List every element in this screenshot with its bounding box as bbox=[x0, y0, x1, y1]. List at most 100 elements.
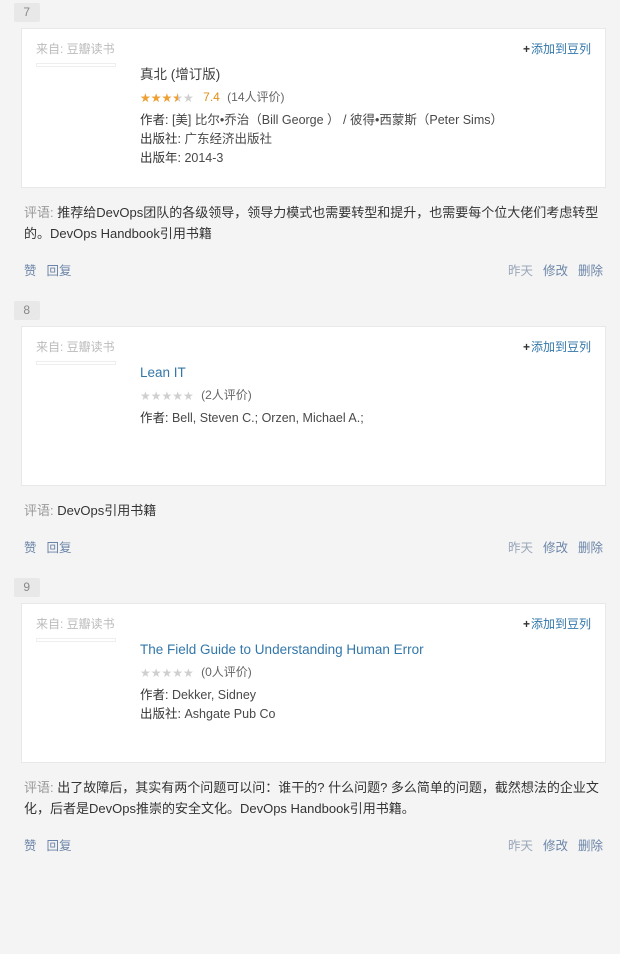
subject-body: Sidney DekkerThe Field Guideto Understan… bbox=[36, 638, 591, 724]
review-comment: 评语: DevOps引用书籍 bbox=[21, 486, 606, 523]
book-meta-key: 出版年: bbox=[140, 151, 185, 165]
plus-icon: + bbox=[522, 340, 530, 354]
book-meta-list: 作者: Dekker, Sidney 出版社: Ashgate Pub Co bbox=[140, 686, 591, 724]
rating-value: 7.4 bbox=[203, 90, 220, 104]
rating-line: ★★★★★ ★★★★★ (0人评价) bbox=[140, 663, 591, 681]
entry-actions-right: 昨天 修改 删除 bbox=[508, 260, 603, 279]
book-meta-row: 作者: [美] 比尔•乔治（Bill George ） / 彼得•西蒙斯（Pet… bbox=[140, 111, 591, 130]
feed-entry-7: 7 来自: 豆瓣读书 +添加到豆列 TRUENORTH真北 真北 (增订版) ★… bbox=[0, 0, 620, 288]
book-meta-key: 出版社: bbox=[140, 132, 185, 146]
subject-header: 来自: 豆瓣读书 +添加到豆列 bbox=[36, 338, 591, 356]
comment-text: DevOps引用书籍 bbox=[57, 503, 157, 518]
edit-button[interactable]: 修改 bbox=[543, 264, 568, 278]
book-title-link[interactable]: 真北 (增订版) bbox=[140, 65, 591, 84]
book-meta-row: 作者: Bell, Steven C.; Orzen, Michael A.; bbox=[140, 409, 591, 428]
like-button[interactable]: 赞 bbox=[24, 541, 37, 555]
review-comment: 评语: 推荐给DevOps团队的各级领导，领导力模式也需要转型和提升，也需要每个… bbox=[21, 188, 606, 246]
entry-index-badge: 7 bbox=[14, 3, 40, 22]
subject-header: 来自: 豆瓣读书 +添加到豆列 bbox=[36, 40, 591, 58]
add-to-doulist-label: 添加到豆列 bbox=[530, 42, 591, 56]
star-rating-icon: ★★★★★ ★★★★★ bbox=[140, 666, 194, 680]
entry-actions-left: 赞回复 bbox=[24, 537, 82, 556]
book-meta-list: 作者: [美] 比尔•乔治（Bill George ） / 彼得•西蒙斯（Pet… bbox=[140, 111, 591, 168]
add-to-doulist-link[interactable]: +添加到豆列 bbox=[523, 615, 591, 633]
rating-line: ★★★★★ ★★★★★ 7.4 (14人评价) bbox=[140, 88, 591, 106]
book-meta-row: 出版社: 广东经济出版社 bbox=[140, 130, 591, 149]
book-title-link[interactable]: Lean IT bbox=[140, 363, 591, 382]
entry-actions: 赞回复 昨天 修改 删除 bbox=[21, 821, 606, 863]
book-meta-row: 出版社: Ashgate Pub Co bbox=[140, 705, 591, 724]
book-meta-value: 2014-3 bbox=[184, 151, 224, 165]
entry-actions-right: 昨天 修改 删除 bbox=[508, 835, 603, 854]
book-meta-row: 作者: Dekker, Sidney bbox=[140, 686, 591, 705]
book-review-feed: 7 来自: 豆瓣读书 +添加到豆列 TRUENORTH真北 真北 (增订版) ★… bbox=[0, 0, 620, 863]
entry-index-badge: 9 bbox=[14, 578, 40, 597]
book-meta-value: 广东经济出版社 bbox=[184, 132, 272, 146]
book-title-link[interactable]: The Field Guide to Understanding Human E… bbox=[140, 640, 591, 659]
star-rating-empty: ★★★★★ bbox=[140, 666, 194, 680]
source-label: 来自: 豆瓣读书 bbox=[36, 617, 115, 631]
edit-button[interactable]: 修改 bbox=[543, 541, 568, 555]
add-to-doulist-link[interactable]: +添加到豆列 bbox=[523, 40, 591, 58]
book-meta-value: Ashgate Pub Co bbox=[184, 707, 276, 721]
reply-button[interactable]: 回复 bbox=[47, 264, 72, 278]
entry-index-row: 8 bbox=[7, 298, 613, 326]
subject-header: 来自: 豆瓣读书 +添加到豆列 bbox=[36, 615, 591, 633]
source-label: 来自: 豆瓣读书 bbox=[36, 42, 115, 56]
like-button[interactable]: 赞 bbox=[24, 839, 37, 853]
add-to-doulist-label: 添加到豆列 bbox=[530, 617, 591, 631]
star-rating-icon: ★★★★★ ★★★★★ bbox=[140, 91, 194, 105]
plus-icon: + bbox=[522, 617, 530, 631]
entry-actions: 赞回复 昨天 修改 删除 bbox=[21, 523, 606, 565]
book-meta-value: Dekker, Sidney bbox=[171, 688, 257, 702]
entry-actions-left: 赞回复 bbox=[24, 835, 82, 854]
star-rating-empty: ★★★★★ bbox=[140, 389, 194, 403]
edit-button[interactable]: 修改 bbox=[543, 839, 568, 853]
book-info: Lean IT ★★★★★ ★★★★★ (2人评价) 作者: Bell, Ste… bbox=[140, 361, 591, 428]
timestamp: 昨天 bbox=[507, 839, 533, 853]
add-to-doulist-link[interactable]: +添加到豆列 bbox=[523, 338, 591, 356]
source-label: 来自: 豆瓣读书 bbox=[36, 340, 115, 354]
rating-count: (14人评价) bbox=[227, 90, 285, 104]
comment-text: 推荐给DevOps团队的各级领导，领导力模式也需要转型和提升，也需要每个位大佬们… bbox=[24, 205, 599, 241]
book-meta-list: 作者: Bell, Steven C.; Orzen, Michael A.; bbox=[140, 409, 591, 428]
reply-button[interactable]: 回复 bbox=[47, 839, 72, 853]
feed-entry-8: 8 来自: 豆瓣读书 +添加到豆列 Lean IT Lean IT ★★★★★ bbox=[0, 298, 620, 565]
delete-button[interactable]: 删除 bbox=[578, 264, 603, 278]
comment-label: 评语: bbox=[24, 205, 58, 220]
book-meta-value: [美] 比尔•乔治（Bill George ） / 彼得•西蒙斯（Peter S… bbox=[171, 113, 503, 127]
feed-entry-9: 9 来自: 豆瓣读书 +添加到豆列 Sidney DekkerThe Field… bbox=[0, 575, 620, 863]
add-to-doulist-label: 添加到豆列 bbox=[530, 340, 591, 354]
comment-label: 评语: bbox=[24, 780, 58, 795]
book-meta-row: 出版年: 2014-3 bbox=[140, 149, 591, 168]
entry-index-badge: 8 bbox=[14, 301, 40, 320]
star-rating-filled: ★★★★★ bbox=[140, 91, 178, 105]
book-cover-link[interactable]: Sidney DekkerThe Field Guideto Understan… bbox=[36, 638, 116, 642]
subject-card: 来自: 豆瓣读书 +添加到豆列 TRUENORTH真北 真北 (增订版) ★★★… bbox=[21, 28, 606, 188]
book-cover-link[interactable]: TRUENORTH真北 bbox=[36, 63, 116, 67]
rating-count: (2人评价) bbox=[201, 388, 252, 402]
rating-count: (0人评价) bbox=[201, 665, 252, 679]
book-info: The Field Guide to Understanding Human E… bbox=[140, 638, 591, 724]
entry-index-row: 7 bbox=[7, 0, 613, 28]
plus-icon: + bbox=[522, 42, 530, 56]
rating-line: ★★★★★ ★★★★★ (2人评价) bbox=[140, 386, 591, 404]
delete-button[interactable]: 删除 bbox=[578, 839, 603, 853]
timestamp: 昨天 bbox=[507, 264, 533, 278]
timestamp: 昨天 bbox=[507, 541, 533, 555]
comment-text: 出了故障后，其实有两个问题可以问：谁干的? 什么问题? 多么简单的问题，截然想法… bbox=[24, 780, 599, 816]
entry-actions: 赞回复 昨天 修改 删除 bbox=[21, 246, 606, 288]
comment-label: 评语: bbox=[24, 503, 58, 518]
like-button[interactable]: 赞 bbox=[24, 264, 37, 278]
book-meta-key: 作者: bbox=[140, 113, 172, 127]
entry-index-row: 9 bbox=[7, 575, 613, 603]
subject-body: Lean IT Lean IT ★★★★★ ★★★★★ (2人评价) 作者: B… bbox=[36, 361, 591, 428]
subject-card: 来自: 豆瓣读书 +添加到豆列 Lean IT Lean IT ★★★★★ ★★… bbox=[21, 326, 606, 486]
delete-button[interactable]: 删除 bbox=[578, 541, 603, 555]
reply-button[interactable]: 回复 bbox=[47, 541, 72, 555]
book-meta-key: 作者: bbox=[140, 688, 172, 702]
book-cover-link[interactable]: Lean IT bbox=[36, 361, 116, 365]
subject-body: TRUENORTH真北 真北 (增订版) ★★★★★ ★★★★★ 7.4 (14… bbox=[36, 63, 591, 168]
book-meta-key: 作者: bbox=[140, 411, 172, 425]
book-meta-value: Bell, Steven C.; Orzen, Michael A.; bbox=[171, 411, 364, 425]
